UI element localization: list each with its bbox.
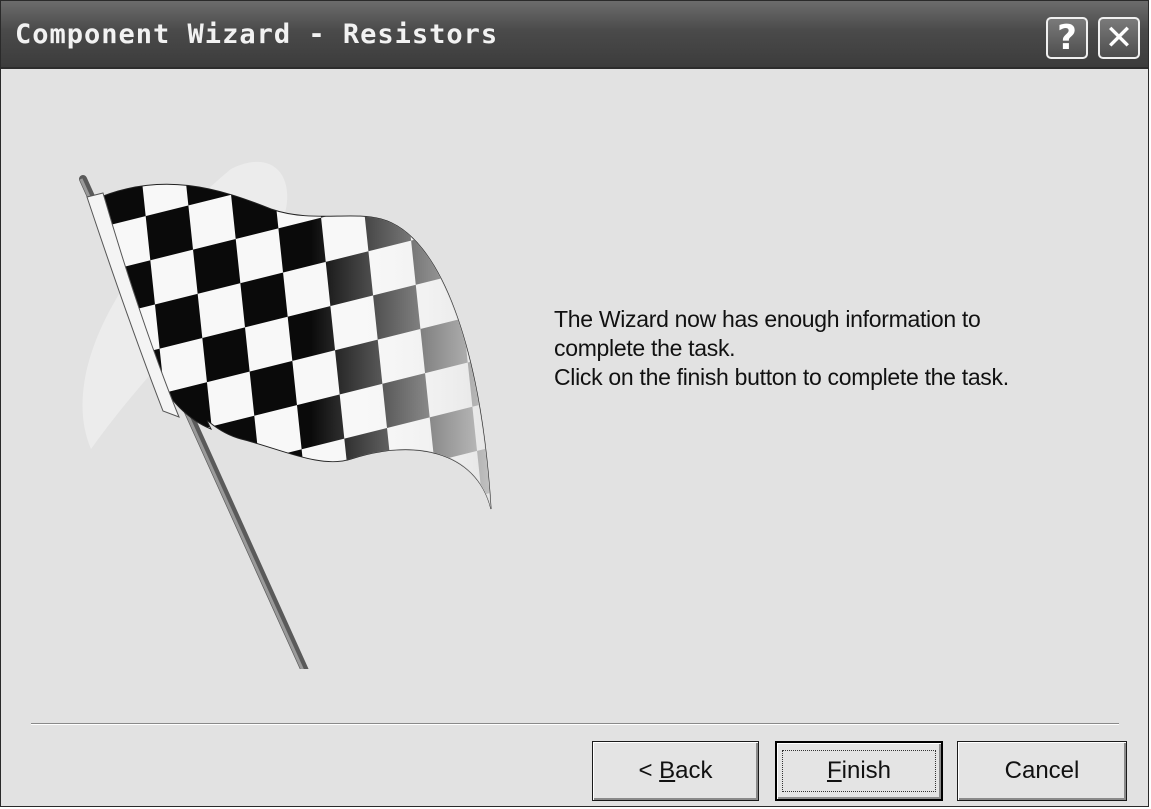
back-button-label: < Back bbox=[638, 757, 713, 784]
close-icon: ✕ bbox=[1104, 18, 1134, 58]
message-line-2: complete the task. bbox=[554, 335, 736, 361]
cancel-button[interactable]: Cancel bbox=[957, 741, 1127, 801]
window-title: Component Wizard - Resistors bbox=[15, 19, 499, 50]
checkered-flag-icon bbox=[79, 161, 492, 669]
back-button[interactable]: < Back bbox=[592, 741, 759, 801]
cancel-button-label: Cancel bbox=[1004, 757, 1080, 784]
finish-button[interactable]: Finish bbox=[775, 741, 943, 801]
wizard-dialog: Component Wizard - Resistors ? ✕ The Wiz… bbox=[0, 0, 1149, 807]
message-line-3: Click on the finish button to complete t… bbox=[554, 364, 1009, 390]
close-button[interactable]: ✕ bbox=[1098, 17, 1140, 59]
divider-highlight bbox=[31, 724, 1119, 725]
completion-message: The Wizard now has enough information to… bbox=[554, 305, 1094, 392]
wizard-body: The Wizard now has enough information to… bbox=[1, 69, 1148, 806]
help-icon: ? bbox=[1057, 18, 1077, 58]
message-line-1: The Wizard now has enough information to bbox=[554, 306, 981, 332]
finish-button-label: Finish bbox=[781, 750, 937, 792]
title-bar[interactable]: Component Wizard - Resistors ? ✕ bbox=[1, 1, 1148, 69]
help-button[interactable]: ? bbox=[1046, 17, 1088, 59]
